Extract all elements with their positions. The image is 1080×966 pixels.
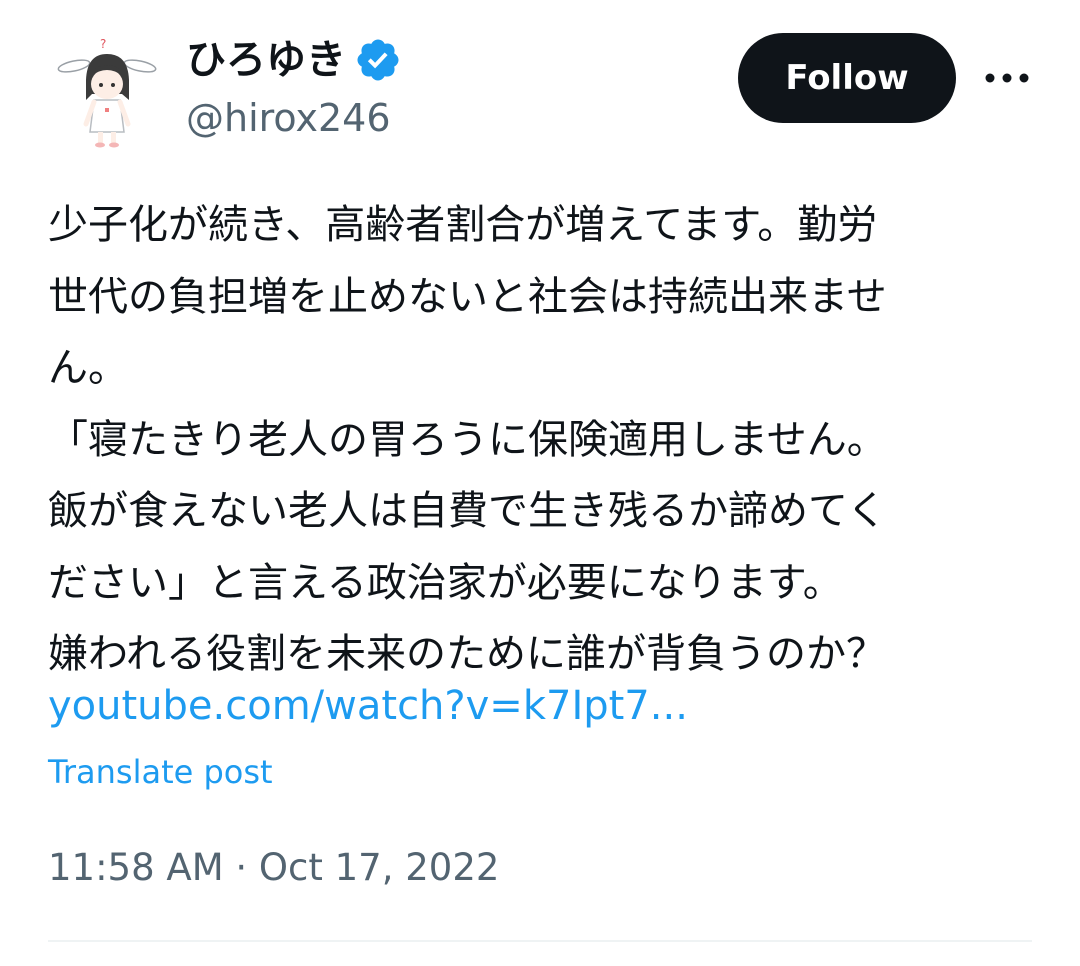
divider xyxy=(48,940,1032,942)
youtube-link[interactable]: youtube.com/watch?v=k7Ipt7... xyxy=(48,672,688,740)
display-name[interactable]: ひろゆき xyxy=(186,30,402,90)
svg-text:?: ? xyxy=(100,37,106,51)
display-name-text: ひろゆき xyxy=(186,37,346,83)
translate-post-link[interactable]: Translate post xyxy=(48,748,273,796)
tweet-text-line: ん。 xyxy=(48,345,128,391)
verified-badge-icon[interactable] xyxy=(354,36,402,84)
avatar[interactable]: ? xyxy=(52,32,162,152)
tweet-text-line: 世代の負担増を止めないと社会は持続出来ませ xyxy=(48,273,887,320)
tweet-text-line: ださい」と言える政治家が必要になります。 xyxy=(48,559,843,606)
tweet-text: 少子化が続き、高齢者割合が増えてます。勤労 世代の負担増を止めないと社会は持続出… xyxy=(48,190,1038,691)
post-timestamp[interactable]: 11:58 AM · Oct 17, 2022 xyxy=(48,840,499,896)
tweet-text-line: 飯が食えない老人は自費で生き残るか諦めてく xyxy=(48,488,887,534)
avatar-illustration: ? xyxy=(57,37,157,148)
more-options-button[interactable] xyxy=(982,56,1032,100)
follow-button[interactable]: Follow xyxy=(738,33,956,123)
tweet-text-line: 少子化が続き、高齢者割合が増えてます。勤労 xyxy=(48,202,878,248)
tweet-text-line: 「寝たきり老人の胃ろうに保険適用しません。 xyxy=(48,416,887,463)
more-horizontal-icon xyxy=(985,73,1029,83)
user-handle[interactable]: @hirox246 xyxy=(186,92,391,144)
